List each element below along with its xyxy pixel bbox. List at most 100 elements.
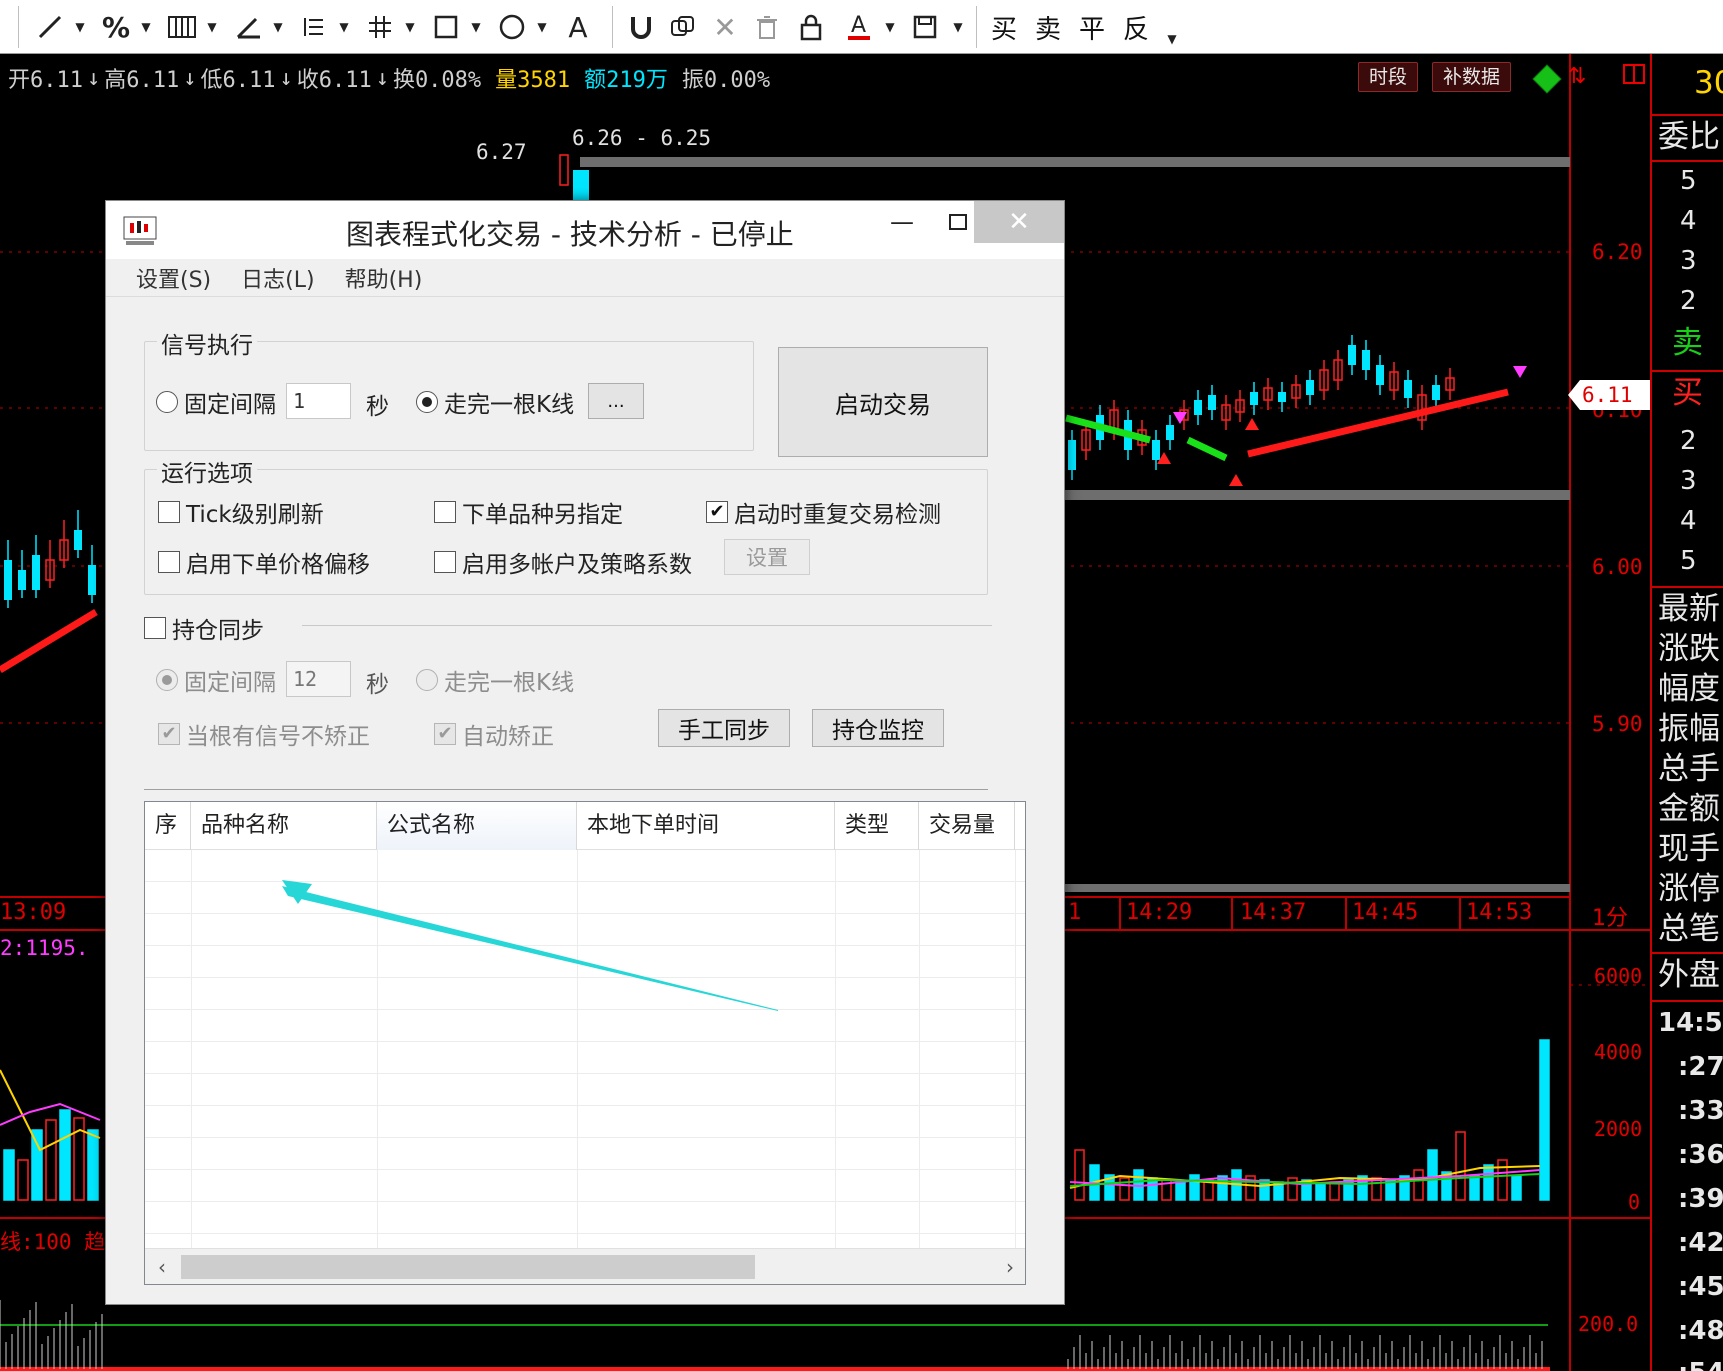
volume-bar [1315,1183,1326,1201]
table-row[interactable] [145,1074,1025,1106]
sync-kline-radio[interactable]: 走完一根K线 [416,663,574,697]
settings-button[interactable]: 设置 [724,539,810,575]
chevron-down-icon[interactable]: ▼ [534,6,550,48]
symbol-override-checkbox[interactable]: 下单品种另指定 [434,495,623,529]
chevron-down-icon[interactable]: ▼ [1164,18,1180,60]
price-offset-checkbox[interactable]: 启用下单价格偏移 [158,545,370,579]
list-tool-icon[interactable] [296,6,332,48]
chevron-down-icon[interactable]: ▼ [270,6,286,48]
checkmark-icon[interactable]: ✔ [158,723,180,745]
checkbox-box[interactable] [158,551,180,573]
signal-kline-radio[interactable]: 走完一根K线 [416,385,574,419]
table-row[interactable] [145,1170,1025,1202]
auto-correct-checkbox[interactable]: ✔ 自动矫正 [434,717,554,751]
angle-tool-icon[interactable] [230,6,266,48]
text-tool-icon[interactable]: A [560,6,596,48]
radio-indicator[interactable] [416,669,438,691]
order-log-table[interactable]: 序 品种名称 公式名称 本地下单时间 类型 交易量 价 ‹ › [144,801,1026,1285]
start-trading-button[interactable]: 启动交易 [778,347,988,457]
no-correct-checkbox[interactable]: ✔ 当根有信号不矫正 [158,717,370,751]
period-button[interactable]: 时段 [1358,62,1419,92]
chevron-down-icon[interactable]: ▼ [402,6,418,48]
delete-icon[interactable]: ✕ [706,6,744,48]
percent-tool-icon[interactable]: % [98,6,134,48]
column-header[interactable]: 类型 [835,802,919,850]
manual-sync-button[interactable]: 手工同步 [658,709,790,747]
checkbox-box[interactable] [434,551,456,573]
menu-settings[interactable]: 设置(S) [136,262,211,294]
radio-indicator[interactable] [416,391,438,413]
chevron-down-icon[interactable]: ▼ [204,6,220,48]
fill-data-button[interactable]: 补数据 [1432,62,1512,92]
chevron-down-icon[interactable]: ▼ [468,6,484,48]
position-sync-checkbox[interactable]: 持仓同步 [144,611,264,645]
horizontal-scrollbar[interactable]: ‹ › [145,1248,1025,1284]
table-row[interactable] [145,1042,1025,1074]
table-row[interactable] [145,1202,1025,1234]
flat-button[interactable]: 平 [1072,6,1112,48]
table-row[interactable] [145,882,1025,914]
chevron-down-icon[interactable]: ▼ [138,6,154,48]
sync-fixed-radio[interactable]: 固定间隔 [156,663,276,697]
checkbox-box[interactable] [434,501,456,523]
chevron-down-icon[interactable]: ▼ [336,6,352,48]
circle-tool-icon[interactable] [494,6,530,48]
repeat-check-checkbox[interactable]: ✔ 启动时重复交易检测 [706,495,941,529]
grid-tool-icon[interactable] [362,6,398,48]
panel-toggle-icon[interactable] [1622,62,1646,90]
table-row[interactable] [145,1010,1025,1042]
fib-tool-icon[interactable] [164,6,200,48]
table-row[interactable] [145,850,1025,882]
flag-icon[interactable]: ⇅ [1568,64,1586,89]
radio-indicator[interactable] [156,669,178,691]
sell-button[interactable]: 卖 [1028,6,1068,48]
menu-help[interactable]: 帮助(H) [345,262,423,294]
table-row[interactable] [145,1106,1025,1138]
multi-account-checkbox[interactable]: 启用多帐户及策略系数 [434,545,692,579]
radio-indicator[interactable] [156,391,178,413]
column-header[interactable]: 交易量 [919,802,1015,850]
signal-interval-input[interactable]: 1 [286,383,351,419]
chevron-down-icon[interactable]: ▼ [72,6,88,48]
copy-icon[interactable] [664,6,702,48]
column-header[interactable]: 本地下单时间 [577,802,835,850]
buy-button[interactable]: 买 [984,6,1024,48]
scroll-left-icon[interactable]: ‹ [149,1253,175,1281]
dialog-titlebar[interactable]: 图表程式化交易 - 技术分析 - 已停止 — ✕ [106,201,1064,259]
column-header[interactable]: 序 [145,802,191,850]
period-label[interactable]: 1分 [1592,900,1628,932]
diamond-icon[interactable] [1532,64,1562,98]
sync-interval-input[interactable]: 12 [286,661,351,697]
checkbox-box[interactable] [144,617,166,639]
column-header[interactable]: 价 [1015,802,1025,850]
table-row[interactable] [145,914,1025,946]
trash-icon[interactable] [748,6,786,48]
checkmark-icon[interactable]: ✔ [434,723,456,745]
scrollbar-thumb[interactable] [181,1255,755,1279]
magnet-icon[interactable] [622,6,660,48]
table-row[interactable] [145,946,1025,978]
arrow-down-icon: ↓ [86,65,101,91]
chevron-down-icon[interactable]: ▼ [950,6,966,48]
column-header[interactable]: 公式名称 [377,802,577,850]
checkmark-icon[interactable]: ✔ [706,501,728,523]
color-icon[interactable]: A [840,6,878,48]
column-header[interactable]: 品种名称 [191,802,377,850]
minimize-button[interactable]: — [874,201,930,243]
reverse-button[interactable]: 反 [1116,6,1156,48]
tick-refresh-checkbox[interactable]: Tick级别刷新 [158,495,324,529]
chevron-down-icon[interactable]: ▼ [882,6,898,48]
more-button[interactable]: ... [588,383,644,419]
lock-icon[interactable] [792,6,830,48]
line-tool-icon[interactable] [32,6,68,48]
table-row[interactable] [145,978,1025,1010]
rect-tool-icon[interactable] [428,6,464,48]
signal-fixed-radio[interactable]: 固定间隔 [156,385,276,419]
checkbox-box[interactable] [158,501,180,523]
table-row[interactable] [145,1138,1025,1170]
menu-log[interactable]: 日志(L) [241,262,314,294]
position-monitor-button[interactable]: 持仓监控 [812,709,944,747]
close-button[interactable]: ✕ [974,201,1064,243]
save-icon[interactable] [906,6,944,48]
scroll-right-icon[interactable]: › [997,1253,1023,1281]
